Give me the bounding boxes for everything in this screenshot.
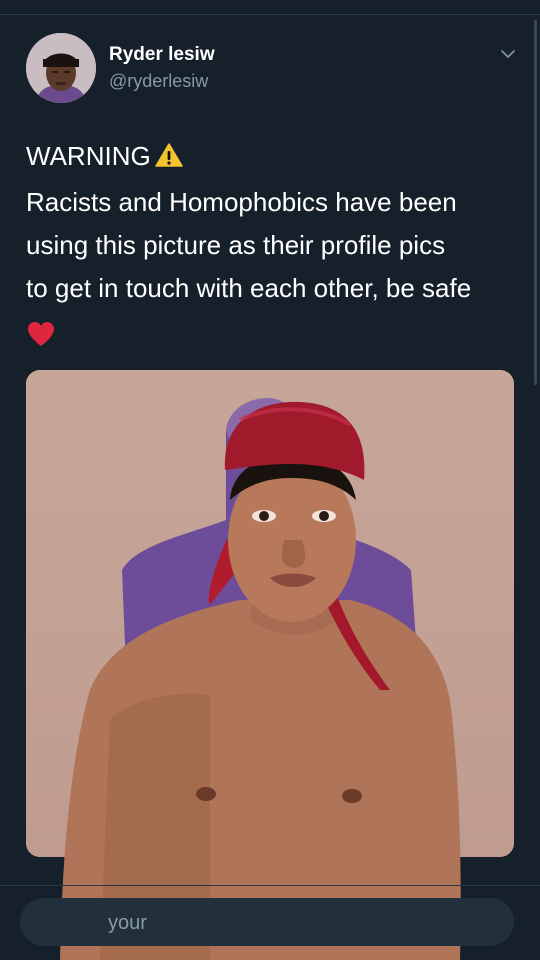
tweet-line-4: to get in touch with each other, be safe [26, 273, 472, 303]
reply-input[interactable] [20, 898, 514, 946]
avatar-photo [26, 33, 96, 103]
tweet-line-1: WARNING [26, 135, 526, 181]
tweet-text: WARNING Racists and Homophobics have bee… [26, 135, 526, 361]
reply-divider [0, 885, 540, 886]
tweet-line-3: using this picture as their profile pics [26, 230, 446, 260]
warning-text: WARNING [26, 141, 151, 171]
chevron-down-icon[interactable] [499, 47, 517, 59]
author-handle[interactable]: @ryderlesiw [109, 71, 208, 92]
top-divider [0, 14, 540, 15]
tweet-line-2: Racists and Homophobics have been [26, 187, 457, 217]
scrollbar[interactable] [534, 20, 537, 385]
author-avatar[interactable] [26, 33, 96, 103]
tweet-photo[interactable] [26, 370, 514, 857]
warning-icon [154, 138, 183, 181]
photo-image [26, 370, 514, 857]
red-heart-icon [26, 318, 526, 361]
reply-placeholder[interactable]: your [108, 912, 147, 935]
author-display-name[interactable]: Ryder lesiw [109, 44, 215, 66]
